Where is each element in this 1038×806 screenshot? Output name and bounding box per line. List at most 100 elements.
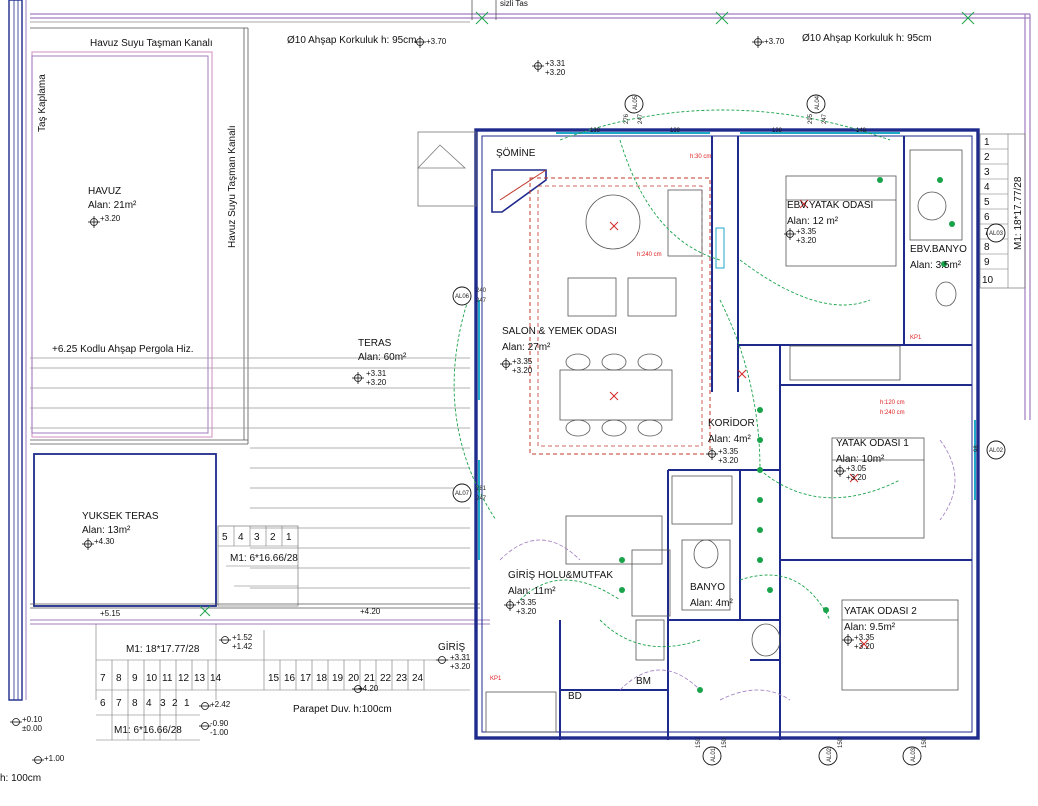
room-yatak2: YATAK ODASI 2 <box>844 606 917 617</box>
header-labels: Ø10 Ahşap Korkuluk h: 95cm Ø10 Ahşap Kor… <box>287 33 932 77</box>
dim-281: 281 <box>476 486 487 492</box>
parapet-left-label: h: 100cm <box>0 773 41 784</box>
parapet-label: Parapet Duv. h:100cm <box>293 704 392 715</box>
srow-18: 18 <box>316 673 328 684</box>
red-notes: h:240 cm h:30 cm h:120 cm h:240 cm <box>609 154 905 649</box>
koridor-level-b: +3.20 <box>718 456 739 465</box>
room-ebv-banyo-area: Alan: 3.5m² <box>910 260 962 271</box>
srow-16: 16 <box>284 673 296 684</box>
yatak1-level-b: +3.20 <box>846 473 867 482</box>
tag-al06: AL06 <box>455 294 470 300</box>
stair-row-upper: 15 16 17 18 19 20 21 22 23 24 <box>268 673 424 684</box>
level-000: ±0.00 <box>22 724 43 733</box>
dim-247b: 247 <box>822 113 828 124</box>
yatak1-level-a: +3.05 <box>846 464 867 473</box>
high-terrace-area: Alan: 13m² <box>82 525 131 536</box>
dim-138b: 138 <box>670 128 681 134</box>
salon-rug <box>529 177 725 455</box>
srow3-g: 1 <box>184 698 190 709</box>
floor-plan-drawing: sizli Tas Ø10 Ahşap Korkuluk h: 95cm Ø10… <box>0 0 1031 784</box>
room-banyo-area: Alan: 4m² <box>690 598 733 609</box>
floor-plan: sizli Tas Ø10 Ahşap Korkuluk h: 95cm Ø10… <box>0 0 1038 806</box>
note-h120: h:120 cm <box>880 400 905 406</box>
srow-24: 24 <box>412 673 424 684</box>
room-koridor-area: Alan: 4m² <box>708 434 751 445</box>
level-markers <box>500 228 854 646</box>
terrace-level-b: +3.20 <box>366 378 387 387</box>
giris-holu-level-b: +3.20 <box>516 607 537 616</box>
stone-cladding-label: Taş Kaplama <box>37 74 48 132</box>
level-370-a: +3.70 <box>426 37 447 46</box>
ebv-yatak-level-b: +3.20 <box>796 236 817 245</box>
srow-20: 20 <box>348 673 360 684</box>
rstair-9: 9 <box>984 257 990 268</box>
rstair-8: 8 <box>984 242 990 253</box>
koridor-level-a: +3.35 <box>718 447 739 456</box>
level-370-b: +3.70 <box>764 37 785 46</box>
yatak2-level-a: +3.35 <box>854 633 875 642</box>
level-320-top: +3.20 <box>545 68 566 77</box>
room-salon: SALON & YEMEK ODASI <box>502 326 617 337</box>
srow3-e: 3 <box>160 698 166 709</box>
level-515: +5.15 <box>100 609 121 618</box>
high-terrace: YUKSEK TERAS Alan: 13m² +4.30 <box>33 453 217 607</box>
dim-150: 150 <box>722 737 728 748</box>
right-stair: 1 2 3 4 5 6 7 8 9 10 M1: 18*17.77/28 <box>979 133 1026 289</box>
tag-al03: AL03 <box>989 231 1004 237</box>
srow3-f: 2 <box>172 698 178 709</box>
room-salon-area: Alan: 27m² <box>502 342 551 353</box>
terrace-area: Alan: 60m² <box>358 352 407 363</box>
pool-channel-top: Havuz Suyu Taşman Kanalı <box>90 38 213 49</box>
srow2-14: 14 <box>210 673 222 684</box>
room-ebv-yatak: EBV.YATAK ODASI <box>787 200 873 211</box>
hstair-num-2: 4 <box>238 532 244 543</box>
tag-al07: AL07 <box>455 491 470 497</box>
dim-240: 240 <box>476 288 487 294</box>
main-stair-label: M1: 18*17.77/28 <box>126 644 200 655</box>
room-yatak2-area: Alan: 9.5m² <box>844 622 896 633</box>
dim-276: 276 <box>624 113 630 124</box>
lower-steps <box>30 603 490 741</box>
electric-circuits <box>453 109 901 648</box>
srow-21: 21 <box>364 673 376 684</box>
note-h240b: h:240 cm <box>880 410 905 416</box>
small-stair-label: M1: 6*16.66/28 <box>114 725 182 736</box>
note-h30: h:30 cm <box>690 154 711 160</box>
salon-level-a: +3.35 <box>512 357 533 366</box>
terrace-level-a: +3.31 <box>366 369 387 378</box>
pool-channel-side: Havuz Suyu Taşman Kanalı <box>227 125 238 248</box>
top-fragment-label: sizli Tas <box>500 0 528 8</box>
giris-label: GİRİŞ <box>438 640 466 653</box>
srow-15: 15 <box>268 673 280 684</box>
rstair-3: 3 <box>984 167 990 178</box>
level-010: +0.10 <box>22 715 43 724</box>
terrace-name: TERAS <box>358 338 392 349</box>
hstair-num-1: 5 <box>222 532 228 543</box>
tag-al04: AL04 <box>815 95 821 110</box>
room-banyo: BANYO <box>690 582 725 593</box>
note-h240: h:240 cm <box>637 252 662 258</box>
room-ebv-yatak-area: Alan: 12 m² <box>787 216 839 227</box>
room-giris-holu-area: Alan: 11m² <box>508 586 556 597</box>
dim-150b: 150 <box>838 737 844 748</box>
srow3-a: 6 <box>100 698 106 709</box>
dim-150d: 150 <box>696 737 702 748</box>
srow-23: 23 <box>396 673 408 684</box>
srow-17: 17 <box>300 673 312 684</box>
srow2-13: 13 <box>194 673 206 684</box>
srow2-10: 10 <box>146 673 158 684</box>
room-kp1b: KP1 <box>910 335 922 341</box>
tag-al03b: AL03 <box>911 747 917 762</box>
ebv-yatak-level-a: +3.35 <box>796 227 817 236</box>
pool-level: +3.20 <box>100 214 121 223</box>
tag-al02: AL02 <box>989 448 1004 454</box>
level-m100: -1.00 <box>210 728 229 737</box>
tag-al01: AL01 <box>711 747 717 762</box>
rstair-1: 1 <box>984 137 990 148</box>
level-420-a: +4.20 <box>360 607 381 616</box>
railing-left-label: Ø10 Ahşap Korkuluk h: 95cm <box>287 35 417 46</box>
rstair-2: 2 <box>984 152 990 163</box>
high-terrace-level: +4.30 <box>94 537 115 546</box>
hstair-num-3: 3 <box>254 532 260 543</box>
giris-level-a: +3.31 <box>450 653 471 662</box>
